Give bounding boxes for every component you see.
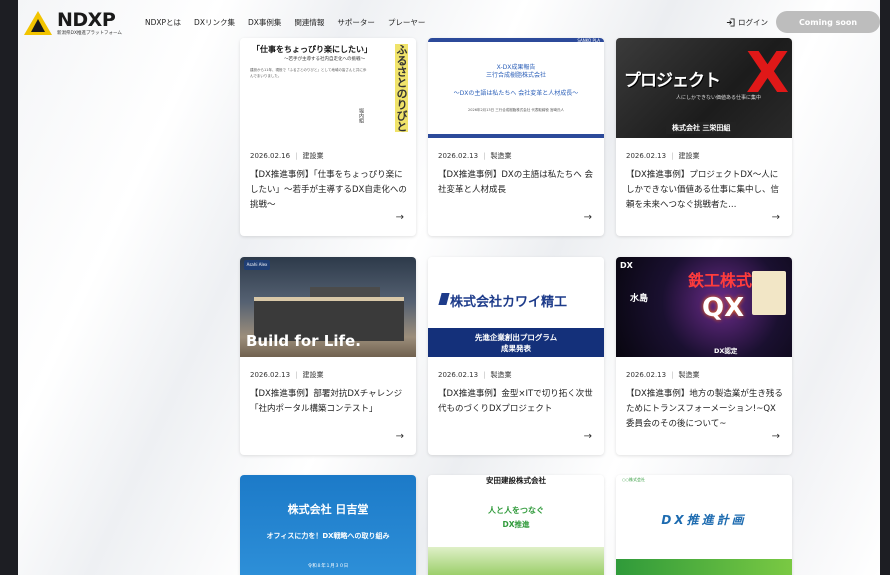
thumb-line: 人と人をつなぐ [488,506,544,515]
card-category: 製造業 [678,371,700,379]
thumb-top: ○○株式会社 [622,477,645,482]
card-date: 2026.02.13 [250,371,291,379]
logo-subtitle: 新潟県DX推進プラットフォーム [57,31,122,36]
case-card[interactable]: 「仕事をちょっぴり楽にしたい」 ～若手が主導する社内自走化への挑戦～ 建設から1… [240,38,416,236]
case-card[interactable]: DX 水島 鉄工株式会社 QX DX認定 2026.02.13 | 製造業 【DX推… [616,257,792,455]
nav-item-links[interactable]: DXリンク集 [194,17,235,28]
card-thumbnail: 株式会社カワイ精工 先進企業創出プログラム 成果発表 [428,257,604,357]
case-card[interactable]: 株式会社カワイ精工 先進企業創出プログラム 成果発表 2026.02.13 | 製造… [428,257,604,455]
login-icon [726,18,735,27]
thumb-title: DX推進計画 [661,513,747,527]
card-category: 製造業 [490,371,512,379]
card-meta: 2026.02.13 | 製造業 [438,371,512,379]
thumb-line: 2026年2月13日 三行合成樹脂株式会社 代表取締役 宮崎氏人 [468,108,564,112]
nav-item-info[interactable]: 関連情報 [294,17,324,28]
thumb-company: 株式会社カワイ精工 [450,295,568,310]
arrow-right-icon[interactable]: → [584,212,592,223]
thumb-caption: Build for Life. [246,332,361,350]
nav-item-cases[interactable]: DX事例集 [248,17,281,28]
case-card[interactable]: 株式会社 日吉堂 オフィスに力を！DX戦略への取り組み 令和８年１月３０日 [240,475,416,575]
main-nav: NDXPとは DXリンク集 DX事例集 関連情報 サポーター プレーヤー [145,17,425,28]
nav-item-players[interactable]: プレーヤー [388,17,426,28]
card-title[interactable]: 【DX推進事例】DXの主語は私たちへ 会社変革と人材成長 [438,168,596,198]
thumb-vertical-title: ふるさとのりびと [395,44,408,132]
card-date: 2026.02.13 [626,371,667,379]
card-category: 製造業 [490,152,512,160]
card-thumbnail: プロジェクト X 人にしかできない価値ある仕事に集中 株式会社 三栄田組 [616,38,792,138]
arrow-right-icon[interactable]: → [584,431,592,442]
card-meta: 2026.02.13 | 建設業 [626,152,700,160]
case-card[interactable]: SANKO PLA X-DX成果報告 三行合成樹脂株式会社 ～DXの主語は私たち… [428,38,604,236]
card-date: 2026.02.16 [250,152,291,160]
thumb-headline: 「仕事をちょっぴり楽にしたい」 [252,45,372,54]
card-category: 建設業 [302,371,324,379]
case-card[interactable]: ○○株式会社 DX推進計画 [616,475,792,575]
card-meta: 2026.02.13 | 製造業 [626,371,700,379]
thumb-line: 成果発表 [501,344,531,353]
card-category: 建設業 [678,152,700,160]
thumb-line: 三行合成樹脂株式会社 [485,72,546,79]
card-thumbnail: 株式会社 日吉堂 オフィスに力を！DX戦略への取り組み 令和８年１月３０日 [240,475,416,575]
logo-triangle-icon [24,11,52,35]
card-date: 2026.02.13 [626,152,667,160]
card-thumbnail: 「仕事をちょっぴり楽にしたい」 ～若手が主導する社内自走化への挑戦～ 建設から1… [240,38,416,138]
arrow-right-icon[interactable]: → [772,212,780,223]
card-meta: 2026.02.13 | 製造業 [438,152,512,160]
arrow-right-icon[interactable]: → [396,212,404,223]
thumb-dx-label: DX認定 [714,347,738,355]
ndxp-logo[interactable]: NDXP 新潟県DX推進プラットフォーム [23,9,123,38]
card-category: 建設業 [302,152,324,160]
card-thumbnail: 安田建設株式会社 人と人をつなぐ DX推進 [428,475,604,575]
thumb-company: 株式会社 三栄田組 [666,122,737,134]
card-thumbnail: Asahi Alex Build for Life. [240,257,416,357]
coming-soon-button[interactable]: Coming soon [776,11,880,33]
thumb-title: プロジェクト [624,71,721,91]
thumb-line: ～DXの主語は私たちへ 会社変革と人材成長～ [453,90,579,97]
card-date: 2026.02.13 [438,152,479,160]
thumb-date: 令和８年１月３０日 [307,564,349,569]
card-title[interactable]: 【DX推進事例】金型×ITで切り拓く次世代ものづくりDXプロジェクト [438,387,596,417]
thumb-sub: 人にしかできない価値ある仕事に集中 [676,95,762,101]
login-label: ログイン [738,18,768,27]
case-card[interactable]: Asahi Alex Build for Life. 2026.02.13 | 建設… [240,257,416,455]
case-card[interactable]: プロジェクト X 人にしかできない価値ある仕事に集中 株式会社 三栄田組 202… [616,38,792,236]
nav-item-supporters[interactable]: サポーター [337,17,375,28]
arrow-right-icon[interactable]: → [772,431,780,442]
card-thumbnail: SANKO PLA X-DX成果報告 三行合成樹脂株式会社 ～DXの主語は私たち… [428,38,604,138]
card-thumbnail: DX 水島 鉄工株式会社 QX DX認定 [616,257,792,357]
thumb-company: 株式会社 日吉堂 [287,503,369,516]
card-thumbnail: ○○株式会社 DX推進計画 [616,475,792,575]
thumb-corner: DX [620,261,633,270]
card-title[interactable]: 【DX推進事例】地方の製造業が生き残るためにトランスフォーメーション!~QX委員… [626,387,784,432]
thumb-city: 水島 [630,294,649,304]
thumb-subheadline: ～若手が主導する社内自走化への挑戦～ [284,57,365,62]
card-meta: 2026.02.13 | 建設業 [250,371,324,379]
card-meta: 2026.02.16 | 建設業 [250,152,324,160]
nav-item-about[interactable]: NDXPとは [145,17,181,28]
page: NDXP 新潟県DX推進プラットフォーム NDXPとは DXリンク集 DX事例集… [18,0,880,575]
case-card[interactable]: 安田建設株式会社 人と人をつなぐ DX推進 [428,475,604,575]
thumb-brand: SANKO PLA [577,38,600,43]
login-link[interactable]: ログイン [726,17,768,28]
thumb-sub: オフィスに力を！DX戦略への取り組み [266,532,390,540]
thumb-qx: QX [702,293,745,323]
arrow-right-icon[interactable]: → [396,431,404,442]
card-title[interactable]: 【DX推進事例】プロジェクトDX～人にしかできない価値ある仕事に集中し、信頼を未… [626,168,784,213]
card-title[interactable]: 【DX推進事例】「仕事をちょっぴり楽にしたい」～若手が主導するDX自走化への挑戦… [250,168,408,213]
thumb-body: 建設から11年、現役で「ふるさとのりびと」として地域の皆さんと共に歩んでまいりま… [250,68,367,78]
card-title[interactable]: 【DX推進事例】部署対抗DXチャレンジ「社内ポータル構築コンテスト」 [250,387,408,417]
thumb-line: DX推進 [502,520,530,529]
thumb-badge: Asahi Alex [244,260,270,270]
card-date: 2026.02.13 [438,371,479,379]
thumb-line: 先進企業創出プログラム [474,333,558,342]
logo-wordmark: NDXP [57,9,116,31]
thumb-author: 堀内組 [358,108,364,123]
thumb-logo: 安田建設株式会社 [486,476,546,485]
